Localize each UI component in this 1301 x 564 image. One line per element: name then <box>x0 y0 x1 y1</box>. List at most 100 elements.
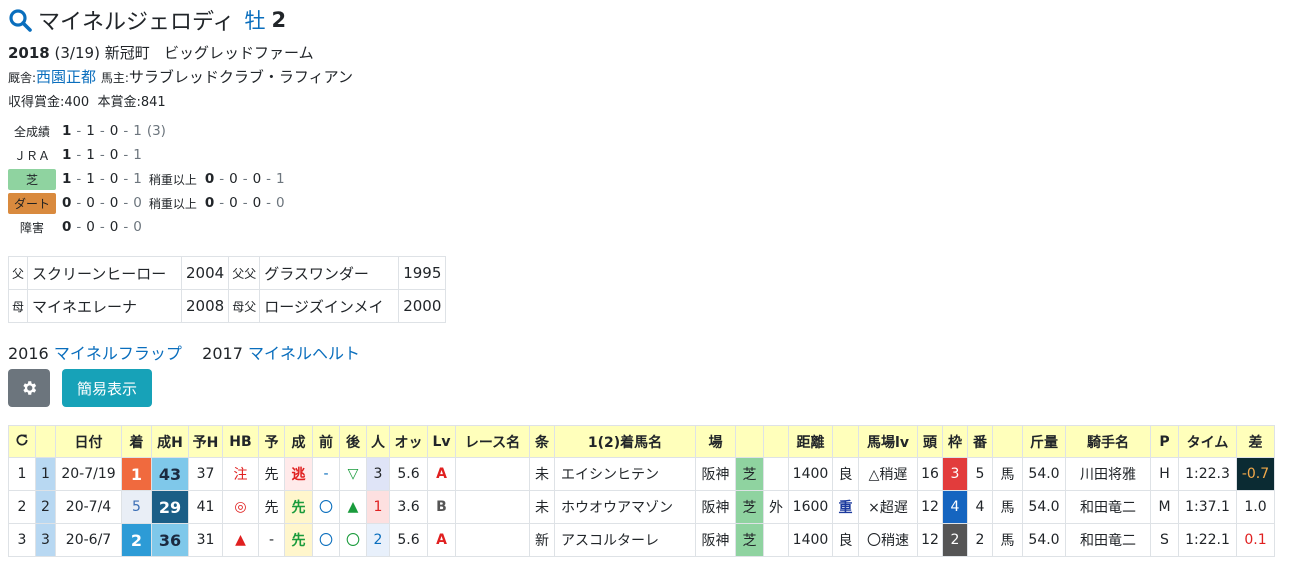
cell-going: 良 <box>832 457 859 491</box>
rec-num: 0 <box>133 219 142 235</box>
settings-button[interactable] <box>8 369 50 407</box>
col-header[interactable]: 斤量 <box>1022 425 1066 458</box>
cell-baba: △稍遅 <box>858 457 918 491</box>
search-icon[interactable] <box>8 8 32 32</box>
col-header[interactable]: 番 <box>967 425 993 458</box>
pedigree-row-dam: 母 マイネエレーナ 2008 母父 ロージズインメイ 2000 <box>7 289 447 323</box>
col-header[interactable]: 前 <box>312 425 340 458</box>
rec-num: 0 <box>204 195 215 211</box>
col-header[interactable]: 日付 <box>55 425 122 458</box>
cell-winner[interactable]: エイシンヒテン <box>554 457 696 491</box>
col-header[interactable] <box>35 425 56 458</box>
col-header[interactable]: P <box>1150 425 1179 458</box>
col-header[interactable]: 距離 <box>788 425 833 458</box>
table-header-row: 日付 着 成H 予H HB 予 成 前 後 人 オッ Lv レース名 条 1(2… <box>8 425 1275 458</box>
cell-yoh: 31 <box>188 523 223 557</box>
cell-uma: 馬 <box>992 457 1023 491</box>
col-header[interactable]: HB <box>222 425 259 458</box>
rec-num: 1 <box>86 147 95 163</box>
col-header[interactable]: 成 <box>284 425 313 458</box>
simple-view-button[interactable]: 簡易表示 <box>62 369 152 407</box>
col-header[interactable] <box>832 425 859 458</box>
rec-num: 0 <box>133 195 142 211</box>
record-dirt-label: ダート <box>8 192 56 214</box>
table-row[interactable]: 2 2 20-7/4 5 29 41 ◎ 先 先 〇 ▲ 1 3.6 B 未 ホ… <box>8 490 1275 524</box>
cell-date: 20-7/19 <box>55 457 122 491</box>
cell-winner[interactable]: アスコルターレ <box>554 523 696 557</box>
cell-race[interactable] <box>455 523 530 557</box>
col-header[interactable] <box>735 425 764 458</box>
col-header[interactable]: 頭 <box>917 425 943 458</box>
sire-sire-label: 父父 <box>228 256 261 290</box>
trainer-link[interactable]: 西園正都 <box>36 68 96 86</box>
sibling-link[interactable]: マイネルヘルト <box>248 344 360 363</box>
col-header[interactable]: 1(2)着馬名 <box>554 425 696 458</box>
refresh-icon[interactable] <box>14 432 30 448</box>
cell-cond: 未 <box>529 457 555 491</box>
col-header[interactable] <box>992 425 1023 458</box>
sire-year: 2004 <box>181 256 230 290</box>
cell-place: 阪神 <box>695 457 736 491</box>
rec-num: 1 <box>62 123 72 139</box>
col-header[interactable]: タイム <box>1178 425 1237 458</box>
col-header[interactable]: 場 <box>695 425 736 458</box>
col-header[interactable]: 人 <box>366 425 390 458</box>
rec-num: 0 <box>109 123 119 139</box>
rec-num: 0 <box>204 171 215 187</box>
cell-ato: 〇 <box>339 523 367 557</box>
cell-lv: A <box>427 457 456 491</box>
col-header[interactable]: 後 <box>339 425 367 458</box>
cell-jockey[interactable]: 川田将雅 <box>1065 457 1151 491</box>
cell-no: 1 <box>8 457 36 491</box>
dam-sire-name: ロージズインメイ <box>259 289 400 323</box>
cell-place: 阪神 <box>695 523 736 557</box>
cell-race[interactable] <box>455 490 530 524</box>
cell-jockey[interactable]: 和田竜二 <box>1065 523 1151 557</box>
cell-heads: 16 <box>917 457 943 491</box>
cell-lv: A <box>427 523 456 557</box>
dam-year: 2008 <box>181 289 230 323</box>
cell-race[interactable] <box>455 457 530 491</box>
col-header[interactable]: Lv <box>427 425 456 458</box>
cell-diff: -0.7 <box>1236 457 1275 491</box>
cell-baba: ×超遅 <box>858 490 918 524</box>
cell-no: 2 <box>8 490 36 524</box>
cell-date: 20-7/4 <box>55 490 122 524</box>
cell-mae: 〇 <box>312 490 340 524</box>
title-row: マイネルジェロディ 牡 2 <box>8 4 286 36</box>
cell-seih: 36 <box>151 523 189 557</box>
cell-baba: 〇稍速 <box>858 523 918 557</box>
sire-label: 父 <box>7 256 29 290</box>
refresh-header[interactable] <box>8 425 36 458</box>
col-header[interactable]: レース名 <box>455 425 530 458</box>
cell-winner[interactable]: ホウオウアマゾン <box>554 490 696 524</box>
cell-cond: 新 <box>529 523 555 557</box>
sire-sire-name: グラスワンダー <box>259 256 400 290</box>
col-header[interactable]: 差 <box>1236 425 1275 458</box>
col-header[interactable]: 条 <box>529 425 555 458</box>
sibling-link[interactable]: マイネルフラップ <box>54 344 182 363</box>
col-header[interactable]: 成H <box>151 425 189 458</box>
table-row[interactable]: 3 3 20-6/7 2 36 31 ▲ - 先 〇 〇 2 5.6 A 新 ア… <box>8 523 1275 557</box>
col-header[interactable] <box>763 425 789 458</box>
col-header[interactable]: 枠 <box>942 425 968 458</box>
table-row[interactable]: 1 1 20-7/19 1 43 37 注 先 逃 - ▽ 3 5.6 A 未 … <box>8 457 1275 491</box>
cell-yo: 先 <box>258 457 285 491</box>
col-header[interactable]: 予H <box>188 425 223 458</box>
col-header[interactable]: 騎手名 <box>1065 425 1151 458</box>
earned-value: 400 <box>64 95 90 110</box>
pedigree-row-sire: 父 スクリーンヒーロー 2004 父父 グラスワンダー 1995 <box>7 256 447 290</box>
cell-yoh: 41 <box>188 490 223 524</box>
col-header[interactable]: 馬場lv <box>858 425 918 458</box>
col-header[interactable]: 着 <box>121 425 152 458</box>
col-header[interactable]: 予 <box>258 425 285 458</box>
cell-place: 阪神 <box>695 490 736 524</box>
cell-jockey[interactable]: 和田竜二 <box>1065 490 1151 524</box>
cell-ato: ▲ <box>339 490 367 524</box>
cell-surface: 芝 <box>735 457 764 491</box>
earned-label: 収得賞金: <box>8 95 65 110</box>
birth-year: 2018 <box>8 44 50 62</box>
cell-diff: 0.1 <box>1236 523 1275 557</box>
dam-name: マイネエレーナ <box>27 289 183 323</box>
col-header[interactable]: オッ <box>389 425 428 458</box>
